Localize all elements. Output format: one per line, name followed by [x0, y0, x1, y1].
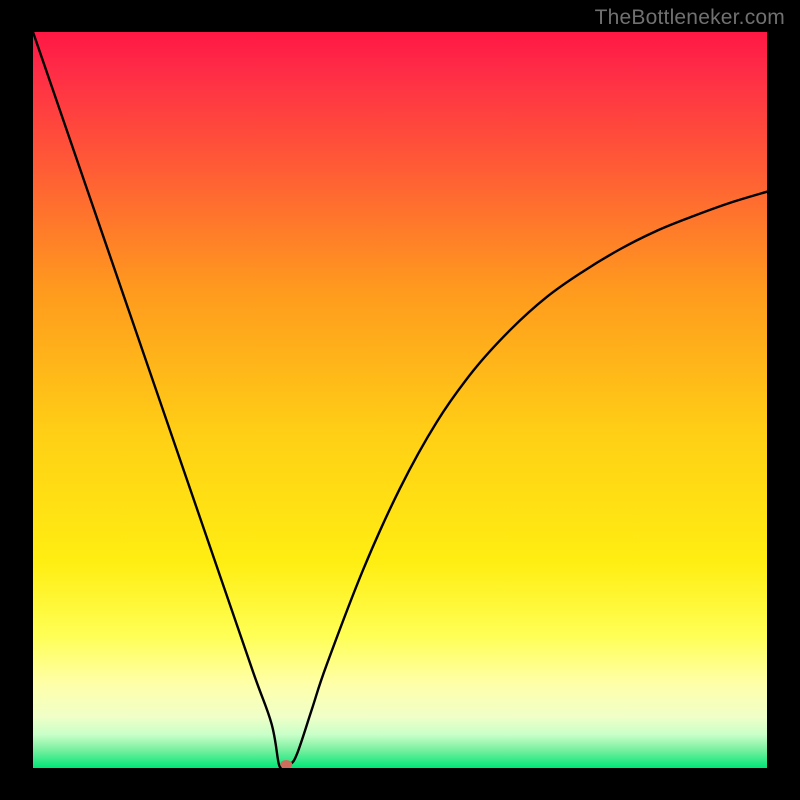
bottleneck-curve	[33, 32, 767, 768]
curve-layer	[33, 32, 767, 768]
minimum-marker	[280, 760, 292, 768]
plot-area	[33, 32, 767, 768]
chart-frame: TheBottleneker.com	[0, 0, 800, 800]
watermark-text: TheBottleneker.com	[595, 6, 785, 30]
